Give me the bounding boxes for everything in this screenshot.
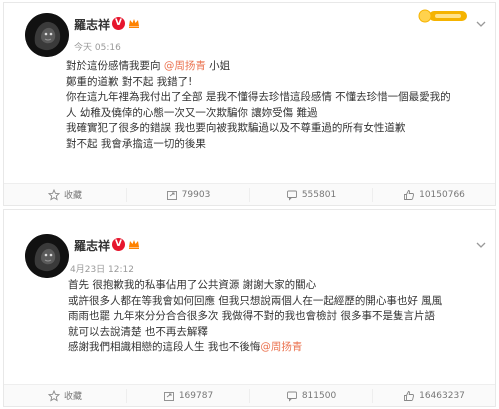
- like-button[interactable]: 16463237: [373, 389, 495, 403]
- mention-link[interactable]: @周扬青: [260, 341, 302, 353]
- post-text-line: 你在這九年裡為我付出了全部 是我不懂得去珍惜這段感情 不懂去珍惜一個最愛我的: [66, 90, 485, 106]
- comment-button[interactable]: 555801: [250, 187, 373, 202]
- share-button[interactable]: 79903: [127, 187, 250, 202]
- post-action-bar: 收藏 169787 811500 16463237: [4, 384, 495, 406]
- post-timestamp[interactable]: 4月23日 12:12: [70, 262, 134, 275]
- post-text-segment: 或許很多人都在等我會如何回應 但我只想說兩個人在一起經歷的開心事也好 風風: [68, 294, 443, 307]
- post-content: 對於這份感情我要向 @周扬青 小姐 鄭重的道歉 對不起 我錯了! 你在這九年裡為我付…: [66, 59, 485, 152]
- share-icon: [166, 190, 177, 200]
- chevron-down-icon[interactable]: [475, 19, 487, 29]
- post-text-line: 雨雨也罷 九年來分分合合很多次 我做得不對的我也會檢討 很多事不是隻言片語: [68, 309, 485, 325]
- post-text-line: 對不起 我會承擔這一切的後果: [66, 137, 485, 153]
- chevron-down-icon[interactable]: [475, 240, 487, 250]
- fan-badge-icon: [415, 8, 469, 24]
- post-text-segment: 人 幼稚及僥倖的心態一次又一次欺騙你 讓妳受傷 難過: [66, 106, 318, 119]
- comment-icon: [286, 190, 297, 201]
- weibo-post: 羅志祥 V 4月23日 12:12 首先 很抱歉我的私事佔用了公共資源 謝謝大家…: [3, 209, 496, 407]
- post-text-segment: 對不起 我會承擔這一切的後果: [66, 137, 206, 150]
- post-text-segment: 首先 很抱歉我的私事佔用了公共資源 謝謝大家的關心: [68, 279, 317, 291]
- avatar[interactable]: [25, 13, 69, 57]
- share-count: 79903: [181, 189, 211, 200]
- share-count: 169787: [178, 390, 214, 401]
- comment-button[interactable]: 811500: [250, 388, 373, 403]
- post-text-line: 或許很多人都在等我會如何回應 但我只想說兩個人在一起經歷的開心事也好 風風: [68, 294, 485, 310]
- author-name[interactable]: 羅志祥: [74, 16, 110, 33]
- thumbs-up-icon: [404, 189, 415, 200]
- comment-icon: [286, 391, 297, 402]
- favorite-button[interactable]: 收藏: [4, 388, 127, 403]
- share-icon: [163, 391, 174, 401]
- author-name[interactable]: 羅志祥: [74, 237, 110, 254]
- post-text-segment: 就可以去說清楚 也不再去解釋: [68, 325, 208, 338]
- post-text-line: 首先 很抱歉我的私事佔用了公共資源 謝謝大家的關心: [68, 278, 485, 294]
- lion-avatar-icon: [25, 234, 69, 278]
- post-text-line: 感謝我們相識相戀的這段人生 我也不後悔@周扬青: [68, 340, 485, 356]
- post-text-line: 就可以去說清楚 也不再去解釋: [68, 325, 485, 341]
- post-action-bar: 收藏 79903 555801 10150766: [4, 183, 495, 205]
- post-text-segment: 小姐: [205, 60, 231, 72]
- post-text-segment: 我確實犯了很多的錯誤 我也要向被我欺騙過以及不尊重過的所有女性道歉: [66, 122, 406, 134]
- mention-link[interactable]: @周扬青: [164, 60, 206, 72]
- post-text-line: 我確實犯了很多的錯誤 我也要向被我欺騙過以及不尊重過的所有女性道歉: [66, 121, 485, 137]
- avatar[interactable]: [25, 234, 69, 278]
- star-icon: [47, 389, 60, 402]
- verified-badge: V: [112, 238, 125, 251]
- favorite-label: 收藏: [63, 191, 82, 201]
- post-text-segment: 鄭重的道歉 對不起 我錯了!: [66, 75, 193, 88]
- post-text-segment: 對於這份感情我要向: [66, 60, 164, 72]
- favorite-button[interactable]: 收藏: [4, 187, 127, 202]
- post-text-line: 鄭重的道歉 對不起 我錯了!: [66, 75, 485, 91]
- post-text-segment: 你在這九年裡為我付出了全部 是我不懂得去珍惜這段感情 不懂去珍惜一個最愛我的: [66, 91, 451, 103]
- lion-avatar-icon: [25, 13, 69, 57]
- post-text-line: 對於這份感情我要向 @周扬青 小姐: [66, 59, 485, 75]
- star-icon: [47, 188, 60, 201]
- vip-crown-icon: [128, 238, 140, 250]
- post-content: 首先 很抱歉我的私事佔用了公共資源 謝謝大家的關心或許很多人都在等我會如何回應 …: [68, 278, 485, 356]
- post-text-line: 人 幼稚及僥倖的心態一次又一次欺騙你 讓妳受傷 難過: [66, 106, 485, 122]
- like-button[interactable]: 10150766: [373, 188, 495, 202]
- verified-badge: V: [112, 17, 125, 30]
- like-count: 16463237: [419, 390, 465, 401]
- post-timestamp[interactable]: 今天 05:16: [74, 40, 121, 53]
- favorite-label: 收藏: [63, 392, 82, 402]
- thumbs-up-icon: [404, 390, 415, 401]
- vip-crown-icon: [128, 17, 140, 29]
- share-button[interactable]: 169787: [127, 388, 250, 403]
- comment-count: 555801: [301, 189, 337, 200]
- comment-count: 811500: [301, 390, 337, 401]
- post-text-segment: 雨雨也罷 九年來分分合合很多次 我做得不對的我也會檢討 很多事不是隻言片語: [68, 310, 436, 322]
- weibo-post: 羅志祥 V 今天 05:16 對於這份感情我要向 @周扬青 小姐 鄭重的道歉 對不…: [3, 2, 496, 206]
- post-text-segment: 感謝我們相識相戀的這段人生 我也不後悔: [68, 341, 261, 353]
- like-count: 10150766: [419, 189, 465, 200]
